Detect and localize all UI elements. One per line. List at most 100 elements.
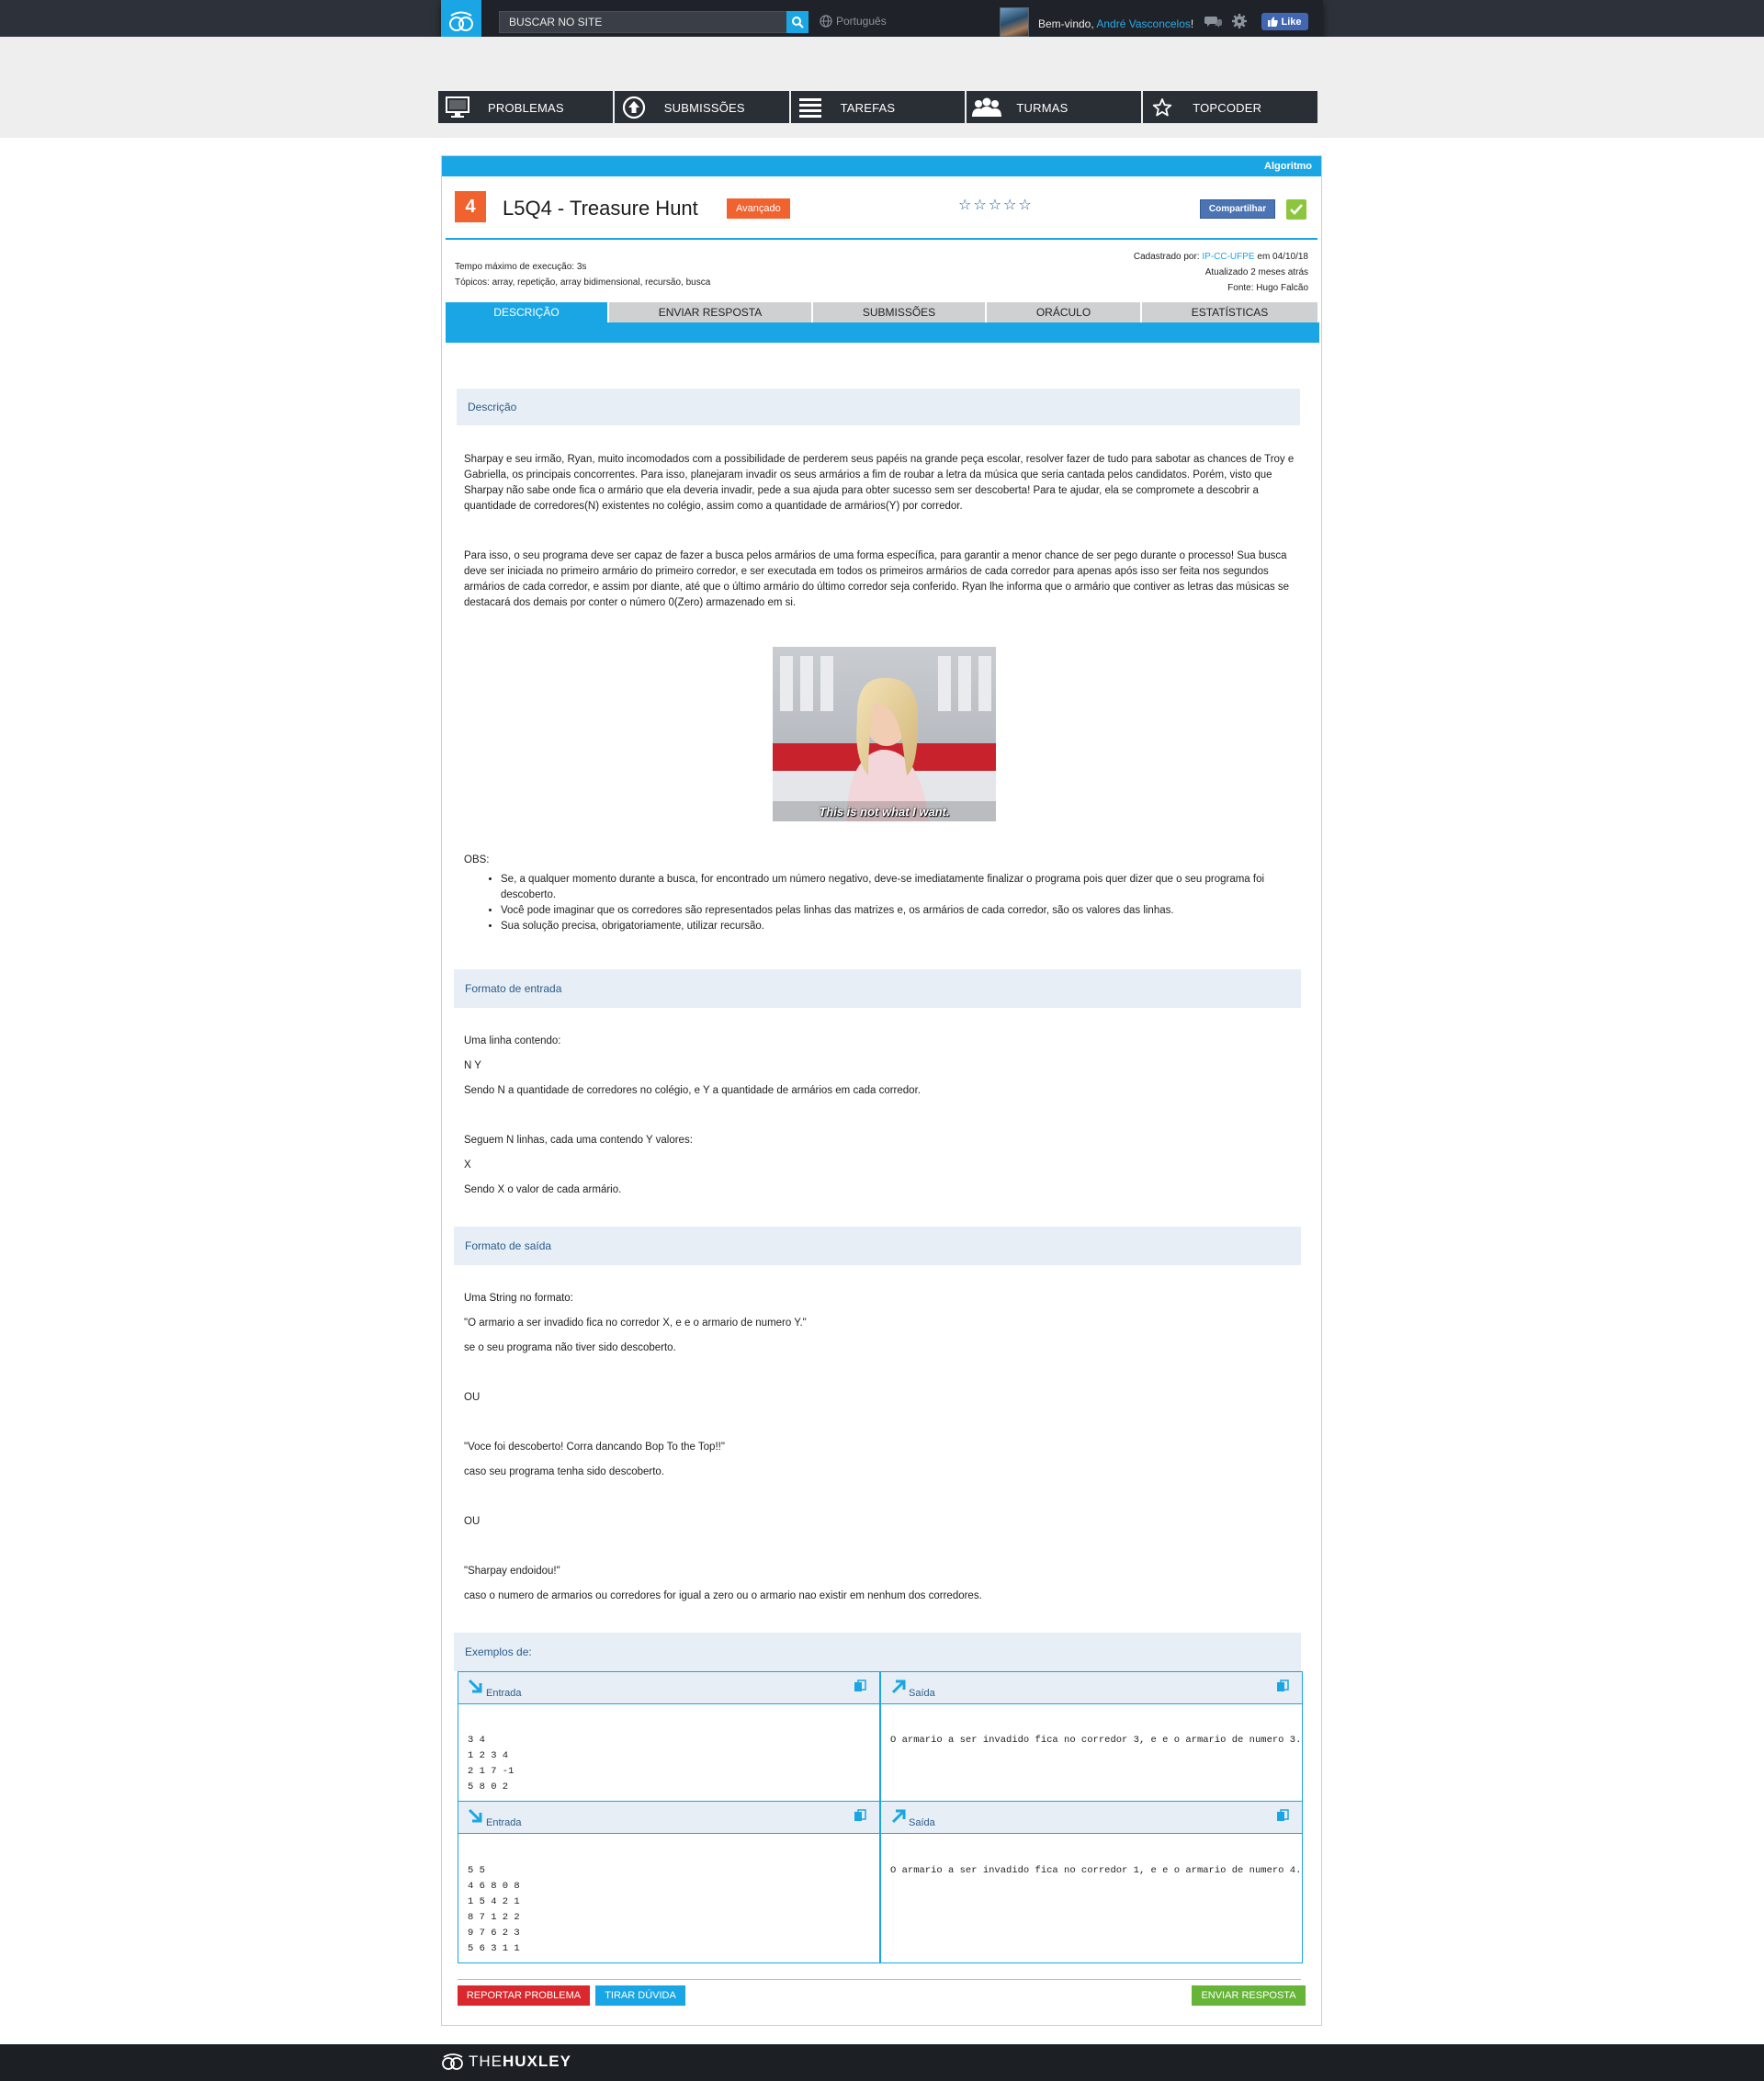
nav-label: TURMAS [1016, 101, 1069, 115]
input-format-line: Uma linha contendo: [464, 1035, 561, 1046]
example-output-label: Saída [909, 1817, 935, 1828]
example-header: Entrada [458, 1672, 879, 1704]
list-item: Sua solução precisa, obrigatoriamente, u… [501, 919, 1302, 934]
page-title: L5Q4 - Treasure Hunt [503, 197, 698, 220]
example-output-1: Saída O armario a ser invadido fica no c… [880, 1671, 1303, 1803]
nav-label: TOPCODER [1193, 101, 1262, 115]
upload-icon [622, 96, 646, 119]
example-input-2: Entrada 5 5 4 6 8 0 8 1 5 4 2 1 8 7 1 2 … [458, 1801, 880, 1963]
output-format-line: se o seu programa não tiver sido descobe… [464, 1342, 676, 1353]
list-item: Se, a qualquer momento durante a busca, … [501, 872, 1302, 903]
examples-heading: Exemplos de: [454, 1633, 1301, 1671]
copy-icon[interactable] [1276, 1809, 1289, 1825]
tab-submissoes[interactable]: SUBMISSÕES [813, 302, 985, 322]
obs-list: Se, a qualquer momento durante a busca, … [464, 872, 1302, 934]
copy-icon[interactable] [1276, 1680, 1289, 1695]
gear-icon[interactable] [1231, 13, 1248, 32]
logo-icon [442, 2053, 463, 2070]
actions-divider [458, 1979, 1301, 1980]
language-selector[interactable]: Português [820, 15, 887, 28]
difficulty-badge: Avançado [727, 198, 790, 219]
copy-icon[interactable] [854, 1680, 866, 1695]
welcome-text: Bem-vindo, André Vasconcelos! [1038, 17, 1193, 30]
nav-label: TAREFAS [840, 101, 896, 115]
example-header: Saída [881, 1672, 1302, 1704]
example-output-text: O armario a ser invadido fica no corredo… [890, 1735, 1302, 1746]
rating-stars[interactable]: ☆☆☆☆☆ [958, 196, 1034, 214]
tab-descricao[interactable]: DESCRIÇÃO [446, 302, 607, 322]
nav-item-submissoes[interactable]: SUBMISSÕES [614, 91, 789, 123]
report-problem-button[interactable]: REPORTAR PROBLEMA [458, 1985, 590, 2006]
output-format-line: "Voce foi descoberto! Corra dancando Bop… [464, 1442, 725, 1453]
avatar[interactable] [1000, 7, 1029, 37]
copy-icon[interactable] [854, 1809, 866, 1825]
description-paragraph-1: Sharpay e seu irmão, Ryan, muito incomod… [464, 454, 1295, 512]
registered-by-link[interactable]: IP-CC-UFPE [1202, 252, 1254, 262]
footer: THEHUXLEY [0, 2044, 1764, 2081]
tab-oraculo[interactable]: ORÁCULO [987, 302, 1140, 322]
output-format-line: "Sharpay endoidou!" [464, 1566, 560, 1577]
nav-item-problemas[interactable]: PROBLEMAS [438, 91, 613, 123]
output-format-line: caso o numero de armarios ou corredores … [464, 1590, 982, 1601]
output-format-line: OU [464, 1392, 481, 1403]
arrow-up-right-icon [890, 1808, 907, 1827]
problem-card: Algoritmo 4 L5Q4 - Treasure Hunt Avançad… [441, 155, 1322, 2026]
time-limit: Tempo máximo de execução: 3s [455, 262, 587, 272]
arrow-down-right-icon [468, 1679, 484, 1698]
registered-line: Cadastrado por: IP-CC-UFPE em 04/10/18 [1134, 249, 1308, 265]
main-nav: PROBLEMAS SUBMISSÕES TAREFAS TURMAS TOPC… [438, 91, 1317, 123]
footer-brand-thin: THE [469, 2053, 503, 2070]
chat-icon[interactable] [1204, 14, 1223, 31]
list-item: Você pode imaginar que os corredores são… [501, 903, 1302, 919]
tab-estatisticas[interactable]: ESTATÍSTICAS [1142, 302, 1317, 322]
output-format-line: caso seu programa tenha sido descoberto. [464, 1466, 664, 1477]
output-format-line: Uma String no formato: [464, 1293, 573, 1304]
title-divider [446, 238, 1317, 240]
problem-meta-left: Tempo máximo de execução: 3s Tópicos: ar… [455, 259, 710, 290]
input-format-line: Seguem N linhas, cada uma contendo Y val… [464, 1135, 693, 1146]
updated-info: Atualizado 2 meses atrás [1204, 267, 1308, 277]
ask-question-button[interactable]: TIRAR DÚVIDA [595, 1985, 685, 2006]
search-input[interactable] [500, 12, 788, 32]
description-paragraph-2: Para isso, o seu programa deve ser capaz… [464, 550, 1290, 608]
search-icon[interactable] [786, 11, 808, 33]
image-caption: This is not what I want. [819, 805, 950, 819]
user-name-link[interactable]: André Vasconcelos [1096, 17, 1191, 30]
share-button[interactable]: Compartilhar [1200, 199, 1275, 219]
input-format-line: Sendo N a quantidade de corredores no co… [464, 1085, 921, 1096]
example-header: Saída [881, 1802, 1302, 1834]
footer-brand-bold: HUXLEY [503, 2053, 571, 2070]
example-output-2: Saída O armario a ser invadido fica no c… [880, 1801, 1303, 1963]
input-format-line: Sendo X o valor de cada armário. [464, 1184, 622, 1195]
registered-date: em 04/10/18 [1257, 252, 1308, 262]
tab-content-bar [446, 322, 1319, 343]
nav-item-topcoder[interactable]: TOPCODER [1143, 91, 1317, 123]
tab-enviar-resposta[interactable]: ENVIAR RESPOSTA [609, 302, 811, 322]
example-input-label: Entrada [486, 1688, 522, 1699]
illustration-image: This is not what I want. [773, 647, 996, 821]
registered-prefix: Cadastrado por: [1133, 252, 1200, 262]
category-label: Algoritmo [1264, 161, 1312, 172]
example-input-text: 3 4 1 2 3 4 2 1 7 -1 5 8 0 2 [468, 1735, 514, 1793]
input-format-line: N Y [464, 1060, 481, 1071]
nav-item-tarefas[interactable]: TAREFAS [790, 91, 966, 123]
example-output-text: O armario a ser invadido fica no corredo… [890, 1865, 1302, 1876]
output-format-line: "O armario a ser invadido fica no corred… [464, 1318, 807, 1329]
example-header: Entrada [458, 1802, 879, 1834]
send-answer-button[interactable]: ENVIAR RESPOSTA [1192, 1985, 1306, 2006]
nav-label: SUBMISSÕES [663, 101, 745, 115]
nav-item-turmas[interactable]: TURMAS [967, 91, 1142, 123]
nav-label: PROBLEMAS [488, 101, 564, 115]
source-info: Fonte: Hugo Falcão [1227, 283, 1308, 293]
example-input-label: Entrada [486, 1817, 522, 1828]
footer-logo[interactable]: THEHUXLEY [441, 2053, 571, 2071]
solved-check-icon [1286, 199, 1306, 220]
globe-icon [820, 15, 832, 28]
arrow-down-right-icon [468, 1808, 484, 1827]
output-format-heading: Formato de saída [454, 1227, 1301, 1265]
thumbs-up-icon [1268, 17, 1279, 27]
top-bar: Português Bem-vindo, André Vasconcelos! … [0, 0, 1764, 42]
problem-tabs: DESCRIÇÃO ENVIAR RESPOSTA SUBMISSÕES ORÁ… [446, 302, 1319, 322]
like-button[interactable]: Like [1261, 13, 1308, 30]
arrow-up-right-icon [890, 1679, 907, 1698]
